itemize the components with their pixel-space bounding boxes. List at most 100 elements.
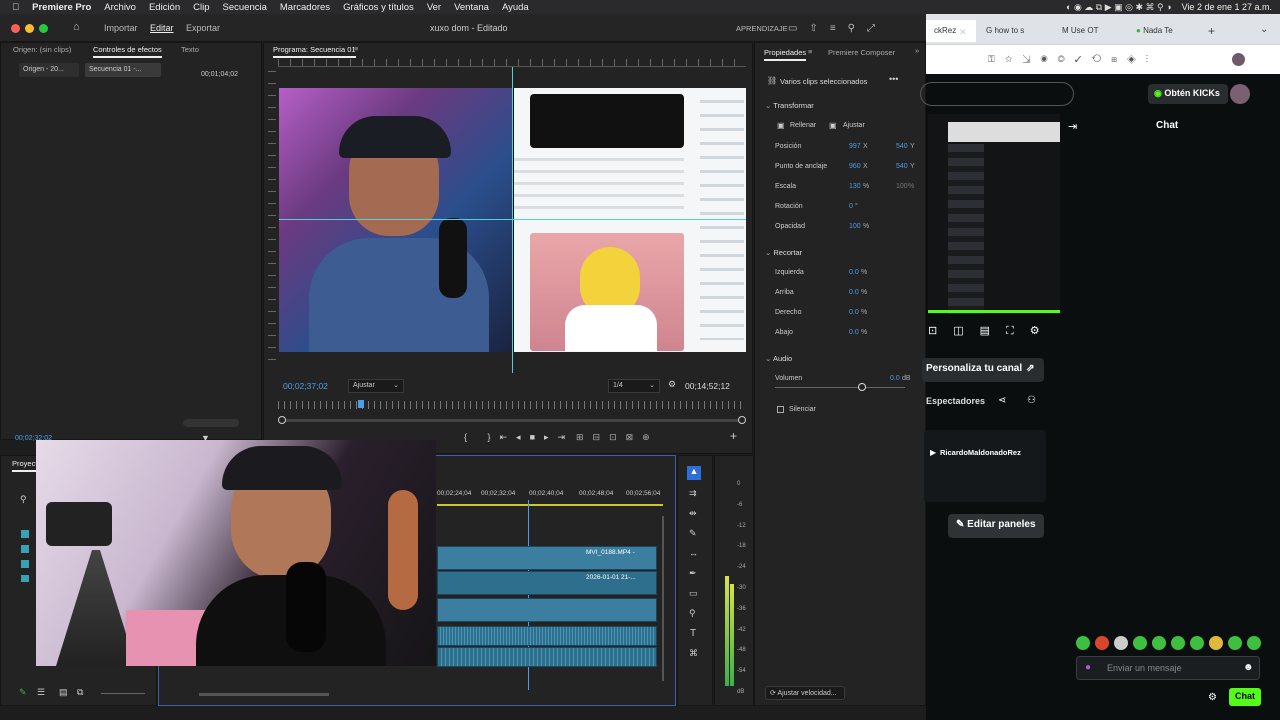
section-audio[interactable]: Audio	[765, 354, 792, 363]
program-playhead-marker[interactable]	[358, 400, 364, 408]
menu-ayuda[interactable]: Ayuda	[502, 2, 529, 13]
freeform-view-icon[interactable]: ⧉	[77, 687, 83, 698]
video-clip-v3[interactable]: MVI_0188.MP4 -	[437, 546, 657, 570]
fill-button[interactable]: Rellenar	[790, 122, 816, 129]
collapse-chat-icon[interactable]: ⇥	[1068, 120, 1077, 133]
type-tool-icon[interactable]: T	[690, 628, 696, 639]
chat-send-button[interactable]: Chat	[1229, 688, 1261, 706]
export-controls[interactable]: ⊞⊟⊡⊠⊕	[576, 432, 659, 443]
emoji-icon[interactable]	[1209, 636, 1223, 650]
anchor-y[interactable]: 540	[896, 163, 908, 170]
menu-clip[interactable]: Clip	[193, 2, 209, 13]
program-zoom-bar[interactable]	[280, 419, 742, 422]
program-scrubber[interactable]	[278, 401, 744, 409]
grid-view-icon[interactable]: ▤	[59, 687, 68, 698]
zoom-handle-left[interactable]	[278, 416, 286, 424]
adjust-speed-button[interactable]: ⟳ Ajustar velocidad...	[765, 686, 845, 700]
menu-archivo[interactable]: Archivo	[104, 2, 136, 13]
minimize-window-button[interactable]	[25, 24, 34, 33]
effect-timecode[interactable]: 00;01;04;02	[201, 71, 238, 78]
transport-controls[interactable]: { }⇤◂■▸⇥	[464, 432, 574, 443]
emoji-picker-icon[interactable]: ☻	[1243, 662, 1254, 673]
emoji-icon[interactable]	[1114, 636, 1128, 650]
emoji-icon[interactable]	[1152, 636, 1166, 650]
list-view-icon[interactable]: ☰	[37, 687, 45, 698]
volume-slider-knob[interactable]	[858, 383, 866, 391]
crop-left-value[interactable]: 0.0	[849, 269, 859, 276]
video-clip-v1[interactable]	[437, 598, 657, 622]
sequence-clip-chip[interactable]: Secuencia 01 -...	[85, 63, 161, 77]
browser-tab-nada[interactable]: ● Nada Te	[1128, 20, 1198, 42]
volume-value[interactable]: 0.0	[890, 375, 900, 382]
emoji-icon[interactable]	[1076, 636, 1090, 650]
project-zoom-slider[interactable]	[101, 693, 145, 694]
nav-exportar[interactable]: Exportar	[186, 23, 220, 33]
rotation-value[interactable]: 0	[849, 203, 853, 210]
apple-icon[interactable]: 	[12, 2, 19, 13]
timeline-hscroll[interactable]	[199, 693, 329, 696]
anchor-x[interactable]: 960	[849, 163, 861, 170]
audio-clip-a2[interactable]	[437, 647, 657, 667]
emoji-icon[interactable]	[1095, 636, 1109, 650]
close-tab-icon[interactable]: ✕	[959, 27, 967, 38]
emoji-icon[interactable]	[1190, 636, 1204, 650]
menu-secuencia[interactable]: Secuencia	[223, 2, 267, 13]
stream-preview[interactable]	[928, 114, 1060, 314]
home-icon[interactable]: ⌂	[73, 21, 80, 33]
microphone-icon[interactable]: ●	[1085, 662, 1091, 673]
emoji-row[interactable]	[1076, 636, 1276, 652]
fit-icon[interactable]: ▣	[829, 121, 837, 130]
add-button-icon[interactable]: +	[730, 429, 737, 443]
menu-ventana[interactable]: Ventana	[454, 2, 489, 13]
selection-tool-icon[interactable]: ▲	[687, 466, 701, 480]
crop-bottom-value[interactable]: 0.0	[849, 329, 859, 336]
close-window-button[interactable]	[11, 24, 20, 33]
razor-tool-icon[interactable]: ✎	[689, 528, 697, 539]
section-transform[interactable]: Transformar	[765, 101, 814, 110]
opacity-value[interactable]: 100	[849, 223, 861, 230]
edit-panels-button[interactable]: ✎ Editar paneles	[948, 514, 1044, 538]
menu-app[interactable]: Premiere Pro	[32, 2, 91, 13]
fill-icon[interactable]: ▣	[777, 121, 785, 130]
get-kicks-button[interactable]: ◉ Obtén KICKs	[1148, 84, 1228, 104]
learn-button[interactable]: APRENDIZAJE	[736, 24, 788, 33]
zoom-handle-right[interactable]	[738, 416, 746, 424]
program-menu-icon[interactable]: ≡	[354, 44, 358, 53]
nav-editar[interactable]: Editar	[150, 23, 174, 33]
generative-tool-icon[interactable]: ⌘	[689, 648, 698, 659]
pencil-icon[interactable]: ✎	[19, 687, 27, 698]
workspace-icons[interactable]: ▭⇧≡⚲⤢	[788, 23, 887, 34]
kick-search-bar[interactable]	[920, 82, 1074, 106]
chat-settings-icon[interactable]: ⚙	[1208, 692, 1217, 703]
resolution-dropdown[interactable]: 1/4 ⌄	[608, 379, 660, 393]
timeline-ruler[interactable]: 00;02;24;04 00;02;32;04 00;02;40;04 00;0…	[437, 486, 663, 506]
fit-dropdown[interactable]: Ajustar ⌄	[348, 379, 404, 393]
tab-list-icon[interactable]: ⌄	[1260, 24, 1268, 35]
source-clip-chip[interactable]: Origen - 20...	[19, 63, 79, 77]
position-y[interactable]: 540	[896, 143, 908, 150]
profile-avatar[interactable]	[1232, 53, 1245, 66]
wrench-icon[interactable]: ⚙	[668, 379, 676, 390]
status-icons[interactable]: ◐ ◉ ☁ ⧉ ▶ ▣ ◎ ✱ ⌘ ⚲ ◑	[1066, 2, 1172, 13]
search-icon[interactable]: ⚲	[20, 494, 27, 505]
slip-tool-icon[interactable]: ↔	[689, 548, 698, 558]
zoom-tool-icon[interactable]: ⚲	[689, 608, 696, 619]
program-monitor-title[interactable]: Programa: Secuencia 01	[273, 45, 356, 58]
audio-clip-a1[interactable]	[437, 626, 657, 646]
browser-tab-ot[interactable]: M Use OT	[1054, 20, 1126, 42]
browser-tab-kick[interactable]: ckRez	[926, 20, 976, 42]
effect-scroll-track[interactable]	[183, 419, 239, 427]
menu-marcadores[interactable]: Marcadores	[280, 2, 330, 13]
emoji-icon[interactable]	[1228, 636, 1242, 650]
fit-button[interactable]: Ajustar	[843, 122, 865, 129]
scale-value[interactable]: 130	[849, 183, 861, 190]
selection-more-icon[interactable]: •••	[889, 74, 898, 84]
ripple-edit-tool-icon[interactable]: ⇹	[689, 508, 697, 519]
nav-importar[interactable]: Importar	[104, 23, 138, 33]
crop-right-value[interactable]: 0.0	[849, 309, 859, 316]
crop-top-value[interactable]: 0.0	[849, 289, 859, 296]
program-current-timecode[interactable]: 00;02;37;02	[283, 381, 328, 391]
mute-checkbox[interactable]	[777, 406, 784, 413]
project-side-icons[interactable]	[21, 530, 29, 582]
expand-panels-icon[interactable]: »	[915, 46, 919, 55]
